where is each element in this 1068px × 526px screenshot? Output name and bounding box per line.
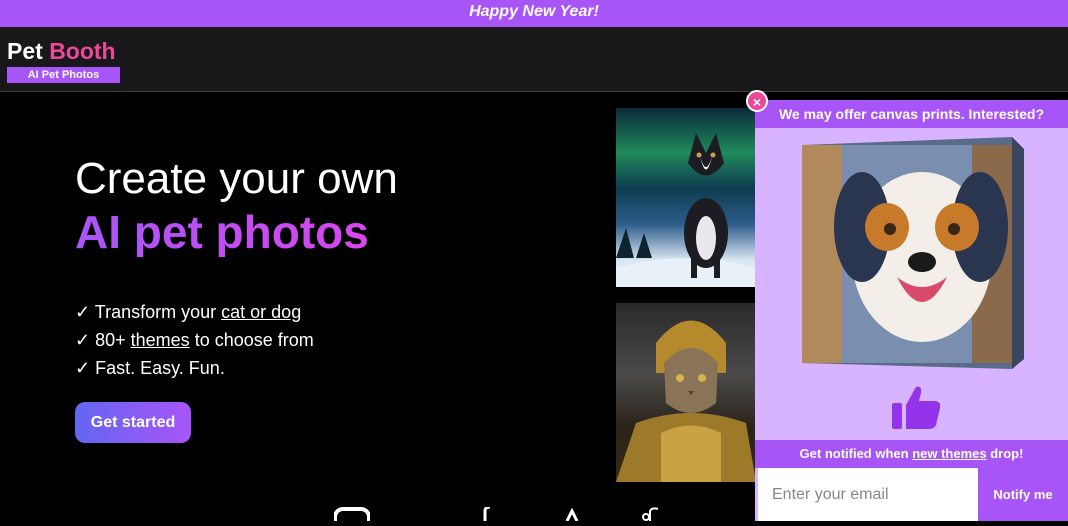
hero-title-line1: Create your own [75,154,398,203]
feature-text: Fast. Easy. Fun. [95,358,225,378]
email-input[interactable] [758,468,978,521]
feature-text: Transform your [94,302,222,322]
announcement-banner: Happy New Year! [0,0,1068,27]
get-started-button[interactable]: Get started [75,402,191,443]
instagram-icon[interactable] [333,507,371,526]
logo-booth: Booth [49,38,116,64]
notify-text: Get notified when [799,446,913,461]
canvas-print-popup: We may offer canvas prints. Interested? … [755,100,1068,521]
notify-text: drop! [986,446,1024,461]
twitter-icon[interactable] [565,507,579,522]
logo-pet: Pet [7,38,50,64]
dog-aurora-image [616,108,756,287]
new-themes-link[interactable]: new themes [912,446,986,461]
close-icon[interactable]: × [746,90,768,112]
tiktok-icon[interactable] [640,507,660,521]
site-header: Pet Booth AI Pet Photos [0,27,1068,92]
check-icon: ✓ [75,330,91,350]
check-icon: ✓ [75,358,91,378]
popup-heading: We may offer canvas prints. Interested? [755,100,1068,128]
check-icon: ✓ [75,302,91,322]
notify-heading: Get notified when new themes drop! [755,440,1068,468]
facebook-icon[interactable] [478,505,492,521]
notify-me-button[interactable]: Notify me [978,468,1068,521]
feature-list: ✓ Transform your cat or dog ✓ 80+ themes… [75,298,314,382]
feature-text: 80+ [95,330,131,350]
hero-title-line2: AI pet photos [75,206,369,258]
themes-link[interactable]: themes [131,330,190,350]
feature-item: ✓ Fast. Easy. Fun. [75,354,314,382]
logo[interactable]: Pet Booth [7,38,116,64]
feature-text: to choose from [189,330,314,350]
feature-item: ✓ 80+ themes to choose from [75,326,314,354]
thumbs-up-icon[interactable] [890,383,942,431]
canvas-print-image [802,137,1028,369]
cat-knight-image [616,303,756,482]
feature-item: ✓ Transform your cat or dog [75,298,314,326]
cat-or-dog-link[interactable]: cat or dog [221,302,301,322]
logo-subtitle: AI Pet Photos [7,67,120,83]
